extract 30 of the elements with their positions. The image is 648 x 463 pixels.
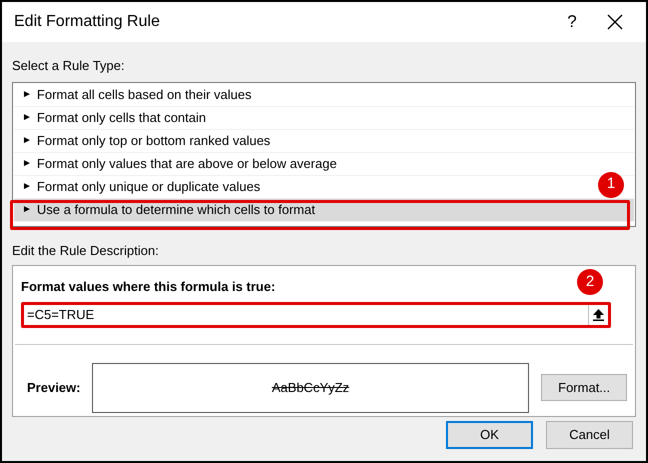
callout-badge: 2 <box>577 269 603 295</box>
item-label: Format only cells that contain <box>36 108 206 127</box>
formula-field[interactable]: =C5=TRUE <box>21 302 611 328</box>
formula-value: =C5=TRUE <box>26 306 96 324</box>
item-label: Format only values that are above or below average <box>36 154 337 173</box>
section-label: Select a Rule Type: <box>12 57 126 75</box>
section-label: Edit the Rule Description: <box>12 242 160 260</box>
arrow-marker: ► <box>22 134 32 148</box>
item-label: Format only top or bottom ranked values <box>36 132 270 150</box>
arrow-marker: ► <box>22 88 32 102</box>
arrow-marker: ► <box>22 203 32 217</box>
close-icon <box>607 14 623 30</box>
help-button[interactable]: ? <box>552 4 592 40</box>
item-label: Format all cells based on their values <box>36 86 252 104</box>
rule-type-item[interactable]: ► Format only top or bottom ranked values <box>14 130 634 152</box>
item-label: Format only unique or duplicate values <box>36 178 260 196</box>
formula-label: Format values where this formula is true: <box>21 278 276 296</box>
rule-type-item[interactable]: ► Format only values that are above or below average <box>14 152 634 176</box>
arrow-marker: ► <box>22 180 32 194</box>
arrow-marker: ► <box>22 111 32 125</box>
rule-type-item[interactable]: ► Format only cells that contain <box>14 106 634 130</box>
upload-icon <box>593 308 604 320</box>
arrow-marker: ► <box>22 157 32 171</box>
format-button[interactable]: Format... <box>541 374 628 401</box>
preview-label: Preview: <box>27 378 82 397</box>
preview-sample: AaBbCcYyZz <box>272 378 350 397</box>
item-label: Use a formula to determine which cells to format <box>36 200 316 219</box>
window-title: Edit Formatting Rule <box>14 12 161 32</box>
dialog-button[interactable]: Cancel <box>546 421 633 449</box>
dialog-button[interactable]: OK <box>446 421 533 449</box>
